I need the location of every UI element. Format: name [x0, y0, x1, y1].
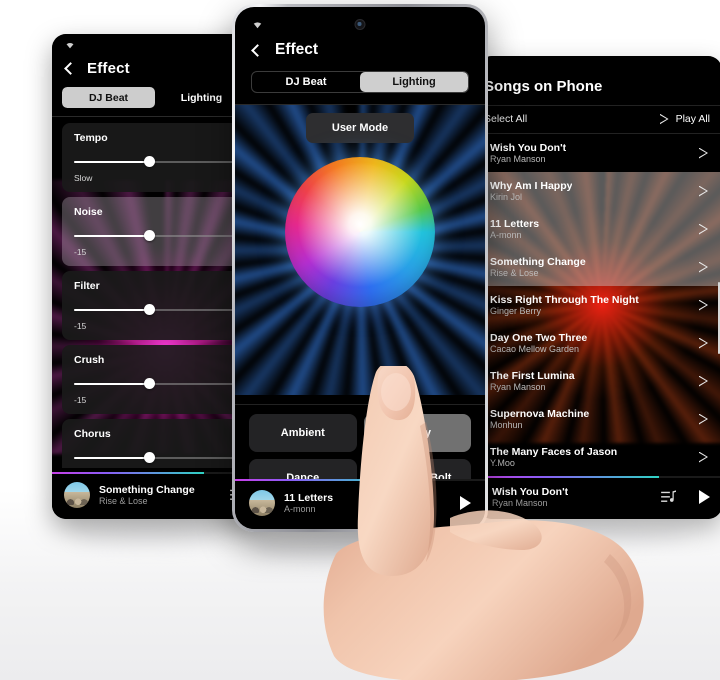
left-now-playing-bar[interactable]: Something Change Rise & Lose [52, 472, 258, 519]
song-list-item[interactable]: Why Am I Happy Kirin Jol [478, 172, 720, 210]
color-wheel-picker[interactable] [285, 157, 435, 307]
left-tab-bar: DJ Beat Lighting [62, 87, 248, 108]
back-chevron-icon[interactable] [64, 62, 77, 75]
effect-card-crush[interactable]: Crush -15 [62, 345, 248, 414]
song-list-item[interactable]: Day One Two Three Cacao Mellow Garden [478, 324, 720, 362]
song-title: Wish You Don't [490, 142, 567, 154]
song-artist: Rise & Lose [490, 268, 539, 278]
center-tab-bar: DJ Beat Lighting [251, 71, 469, 93]
page-title: Effect [87, 60, 130, 77]
song-artist: Kirin Jol [490, 192, 523, 202]
effect-card-filter[interactable]: Filter -15 [62, 271, 248, 340]
play-outline-icon[interactable] [699, 376, 708, 387]
pointing-hand-finger [323, 366, 644, 680]
song-title: Why Am I Happy [490, 180, 573, 192]
song-list-item[interactable]: 11 Letters A-monn [478, 210, 720, 248]
effect-value: -15 [74, 395, 87, 405]
songs-page-title: Songs on Phone [484, 78, 603, 95]
play-all-button[interactable]: Play All [660, 113, 710, 125]
slider-knob[interactable] [143, 230, 155, 241]
song-artist: Ginger Berry [490, 306, 542, 316]
play-outline-icon [660, 114, 669, 125]
effect-value: -15 [74, 321, 87, 331]
slider-fill [74, 382, 149, 385]
slider-fill [74, 456, 149, 459]
effect-slider[interactable] [74, 304, 236, 315]
song-title: Day One Two Three [490, 332, 588, 344]
song-artist: A-monn [490, 230, 522, 240]
page-title: Effect [275, 41, 319, 58]
user-mode-button[interactable]: User Mode [305, 113, 415, 143]
nail-highlight [381, 373, 411, 411]
slider-knob[interactable] [143, 378, 155, 389]
effect-slider[interactable] [74, 378, 236, 389]
play-outline-icon[interactable] [699, 262, 708, 273]
effect-card-chorus[interactable]: Chorus -15 [62, 419, 248, 468]
effect-label: Filter [74, 280, 100, 292]
album-art [64, 482, 90, 508]
left-app-header: Effect [52, 56, 258, 87]
song-title: 11 Letters [490, 218, 540, 230]
slider-knob[interactable] [143, 452, 155, 463]
play-outline-icon[interactable] [699, 300, 708, 311]
now-playing-title: Something Change [99, 484, 195, 496]
select-all-button[interactable]: Select All [484, 113, 527, 125]
song-title: Kiss Right Through The Night [490, 294, 639, 306]
play-outline-icon[interactable] [699, 452, 708, 463]
reflection-left [72, 524, 222, 546]
effect-label: Chorus [74, 428, 111, 440]
now-playing-artist: Rise & Lose [99, 496, 148, 506]
effect-slider[interactable] [74, 156, 236, 167]
effect-list: Tempo Slow Noise -15 Filter -15 Crush -1… [52, 117, 258, 468]
slider-fill [74, 234, 149, 237]
play-outline-icon[interactable] [699, 148, 708, 159]
effect-card-tempo[interactable]: Tempo Slow [62, 123, 248, 192]
effect-slider[interactable] [74, 452, 236, 463]
songs-action-bar: Select All Play All [478, 105, 720, 134]
wifi-icon [66, 43, 74, 49]
front-camera-icon [354, 19, 366, 30]
song-artist: Ryan Manson [490, 154, 546, 164]
effect-value: Slow [74, 173, 93, 183]
song-title: Something Change [490, 256, 586, 268]
back-chevron-icon[interactable] [251, 43, 264, 57]
queue-list-icon[interactable] [661, 490, 677, 504]
effect-label: Noise [74, 206, 103, 218]
slider-fill [74, 160, 149, 163]
wifi-icon [253, 22, 262, 29]
song-artist: Cacao Mellow Garden [490, 344, 580, 354]
play-outline-icon[interactable] [699, 186, 708, 197]
song-list-item[interactable]: Kiss Right Through The Night Ginger Berr… [478, 286, 720, 324]
tab-lighting[interactable]: Lighting [360, 72, 468, 92]
tab-dj-beat[interactable]: DJ Beat [62, 87, 155, 108]
left-status-bar [52, 34, 258, 56]
slider-knob[interactable] [143, 156, 155, 167]
play-all-label: Play All [675, 113, 710, 125]
play-outline-icon[interactable] [699, 338, 708, 349]
tab-dj-beat[interactable]: DJ Beat [252, 72, 360, 92]
center-status-bar [235, 7, 485, 37]
left-effect-area: Tempo Slow Noise -15 Filter -15 Crush -1… [52, 117, 258, 468]
album-art [249, 490, 275, 516]
effect-label: Tempo [74, 132, 108, 144]
effect-card-noise[interactable]: Noise -15 [62, 197, 248, 266]
song-list-item[interactable]: Wish You Don't Ryan Manson [478, 134, 720, 172]
slider-knob[interactable] [143, 304, 155, 315]
effect-value: -15 [74, 247, 87, 257]
play-outline-icon[interactable] [699, 224, 708, 235]
effect-label: Crush [74, 354, 105, 366]
effect-slider[interactable] [74, 230, 236, 241]
play-outline-icon[interactable] [699, 414, 708, 425]
phone-left: Effect DJ Beat Lighting Tempo Slow Noise… [52, 34, 258, 519]
song-list-item[interactable]: Something Change Rise & Lose [478, 248, 720, 286]
lighting-preview-area: User Mode [235, 105, 485, 395]
slider-fill [74, 308, 149, 311]
center-app-header: Effect [235, 37, 485, 71]
left-screen: Effect DJ Beat Lighting Tempo Slow Noise… [52, 34, 258, 519]
play-icon[interactable] [699, 490, 710, 504]
